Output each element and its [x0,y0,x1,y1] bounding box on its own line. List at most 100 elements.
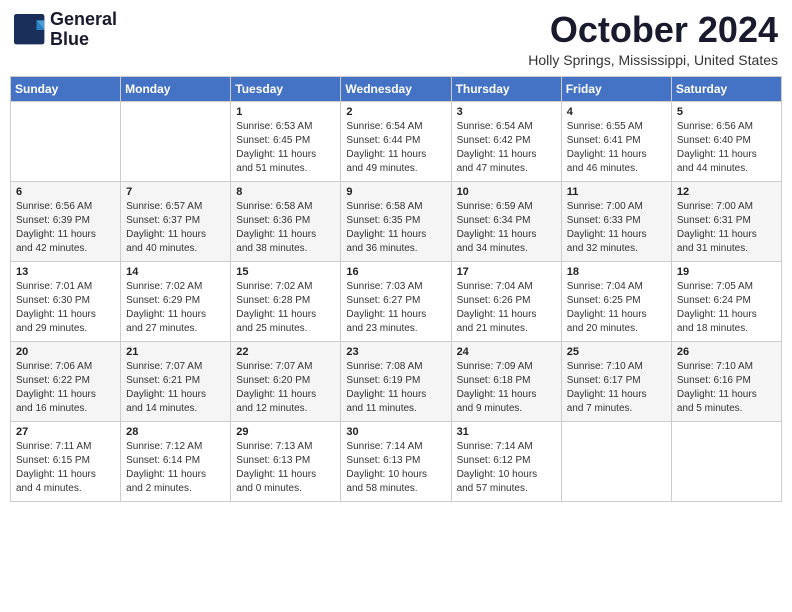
location: Holly Springs, Mississippi, United State… [528,52,778,68]
logo-text: General Blue [50,10,117,50]
day-number: 25 [567,346,666,358]
day-info: Sunrise: 7:04 AM Sunset: 6:26 PM Dayligh… [457,280,556,336]
calendar-cell: 17Sunrise: 7:04 AM Sunset: 6:26 PM Dayli… [451,261,561,341]
calendar-cell: 7 Sunrise: 6:57 AM Sunset: 6:37 PM Daylig… [121,181,231,261]
calendar-cell: 12 Sunrise: 7:00 AM Sunset: 6:31 PM Dayli… [671,181,781,261]
day-number: 5 [677,106,776,118]
day-number: 11 [567,186,666,198]
day-number: 9 [346,186,445,198]
day-info: Sunrise: 6:53 AM Sunset: 6:45 PM Dayligh… [236,120,335,176]
day-info: Sunrise: 6:58 AM Sunset: 6:35 PM Dayligh… [346,200,445,256]
day-info: Sunrise: 7:03 AM Sunset: 6:27 PM Dayligh… [346,280,445,336]
calendar-cell: 14 Sunrise: 7:02 AM Sunset: 6:29 PM Dayli… [121,261,231,341]
day-info: Sunrise: 7:02 AM Sunset: 6:28 PM Dayligh… [236,280,335,336]
day-number: 2 [346,106,445,118]
calendar-cell: 9 Sunrise: 6:58 AM Sunset: 6:35 PM Daylig… [341,181,451,261]
day-info: Sunrise: 7:09 AM Sunset: 6:18 PM Dayligh… [457,360,556,416]
day-info: Sunrise: 7:14 AM Sunset: 6:13 PM Dayligh… [346,440,445,496]
calendar-week-row: 27Sunrise: 7:11 AM Sunset: 6:15 PM Dayli… [11,421,782,501]
calendar-cell: 5 Sunrise: 6:56 AM Sunset: 6:40 PM Daylig… [671,101,781,181]
day-info: Sunrise: 7:10 AM Sunset: 6:16 PM Dayligh… [677,360,776,416]
calendar-cell: 8 Sunrise: 6:58 AM Sunset: 6:36 PM Daylig… [231,181,341,261]
calendar-cell: 27Sunrise: 7:11 AM Sunset: 6:15 PM Dayli… [11,421,121,501]
day-number: 19 [677,266,776,278]
day-info: Sunrise: 7:10 AM Sunset: 6:17 PM Dayligh… [567,360,666,416]
day-info: Sunrise: 6:56 AM Sunset: 6:40 PM Dayligh… [677,120,776,176]
day-info: Sunrise: 6:54 AM Sunset: 6:42 PM Dayligh… [457,120,556,176]
day-info: Sunrise: 7:12 AM Sunset: 6:14 PM Dayligh… [126,440,225,496]
weekday-header: Saturday [671,76,781,101]
day-info: Sunrise: 7:01 AM Sunset: 6:30 PM Dayligh… [16,280,115,336]
weekday-header: Monday [121,76,231,101]
day-info: Sunrise: 7:06 AM Sunset: 6:22 PM Dayligh… [16,360,115,416]
calendar-cell [121,101,231,181]
day-number: 3 [457,106,556,118]
day-number: 27 [16,426,115,438]
day-info: Sunrise: 7:05 AM Sunset: 6:24 PM Dayligh… [677,280,776,336]
day-number: 29 [236,426,335,438]
day-number: 31 [457,426,556,438]
day-info: Sunrise: 7:04 AM Sunset: 6:25 PM Dayligh… [567,280,666,336]
day-number: 7 [126,186,225,198]
day-number: 26 [677,346,776,358]
calendar-table: SundayMondayTuesdayWednesdayThursdayFrid… [10,76,782,502]
day-number: 24 [457,346,556,358]
calendar-cell: 16Sunrise: 7:03 AM Sunset: 6:27 PM Dayli… [341,261,451,341]
day-number: 6 [16,186,115,198]
weekday-header: Tuesday [231,76,341,101]
day-info: Sunrise: 7:13 AM Sunset: 6:13 PM Dayligh… [236,440,335,496]
calendar-week-row: 6 Sunrise: 6:56 AM Sunset: 6:39 PM Daylig… [11,181,782,261]
day-number: 18 [567,266,666,278]
day-info: Sunrise: 7:00 AM Sunset: 6:31 PM Dayligh… [677,200,776,256]
day-info: Sunrise: 7:00 AM Sunset: 6:33 PM Dayligh… [567,200,666,256]
calendar-cell: 20 Sunrise: 7:06 AM Sunset: 6:22 PM Dayli… [11,341,121,421]
weekday-header: Wednesday [341,76,451,101]
calendar-week-row: 13 Sunrise: 7:01 AM Sunset: 6:30 PM Dayli… [11,261,782,341]
day-number: 4 [567,106,666,118]
day-number: 30 [346,426,445,438]
calendar-cell: 6 Sunrise: 6:56 AM Sunset: 6:39 PM Daylig… [11,181,121,261]
logo-icon [14,14,46,46]
calendar-cell [671,421,781,501]
calendar-cell: 30 Sunrise: 7:14 AM Sunset: 6:13 PM Dayli… [341,421,451,501]
day-info: Sunrise: 6:58 AM Sunset: 6:36 PM Dayligh… [236,200,335,256]
calendar-cell: 21Sunrise: 7:07 AM Sunset: 6:21 PM Dayli… [121,341,231,421]
logo: General Blue [14,10,117,50]
calendar-cell: 29 Sunrise: 7:13 AM Sunset: 6:13 PM Dayli… [231,421,341,501]
day-number: 20 [16,346,115,358]
calendar-cell: 13 Sunrise: 7:01 AM Sunset: 6:30 PM Dayli… [11,261,121,341]
calendar-cell: 18 Sunrise: 7:04 AM Sunset: 6:25 PM Dayli… [561,261,671,341]
day-info: Sunrise: 6:59 AM Sunset: 6:34 PM Dayligh… [457,200,556,256]
calendar-cell: 1 Sunrise: 6:53 AM Sunset: 6:45 PM Daylig… [231,101,341,181]
calendar-cell: 19 Sunrise: 7:05 AM Sunset: 6:24 PM Dayli… [671,261,781,341]
calendar-cell: 4 Sunrise: 6:55 AM Sunset: 6:41 PM Daylig… [561,101,671,181]
day-number: 13 [16,266,115,278]
calendar-week-row: 20 Sunrise: 7:06 AM Sunset: 6:22 PM Dayli… [11,341,782,421]
calendar-header: SundayMondayTuesdayWednesdayThursdayFrid… [11,76,782,101]
day-number: 1 [236,106,335,118]
day-info: Sunrise: 7:07 AM Sunset: 6:20 PM Dayligh… [236,360,335,416]
day-info: Sunrise: 7:02 AM Sunset: 6:29 PM Dayligh… [126,280,225,336]
calendar-cell: 22 Sunrise: 7:07 AM Sunset: 6:20 PM Dayli… [231,341,341,421]
calendar-cell: 10 Sunrise: 6:59 AM Sunset: 6:34 PM Dayli… [451,181,561,261]
day-number: 10 [457,186,556,198]
day-info: Sunrise: 6:56 AM Sunset: 6:39 PM Dayligh… [16,200,115,256]
calendar-cell: 11 Sunrise: 7:00 AM Sunset: 6:33 PM Dayli… [561,181,671,261]
weekday-header: Friday [561,76,671,101]
day-number: 22 [236,346,335,358]
day-number: 8 [236,186,335,198]
day-info: Sunrise: 6:55 AM Sunset: 6:41 PM Dayligh… [567,120,666,176]
calendar-cell: 3 Sunrise: 6:54 AM Sunset: 6:42 PM Daylig… [451,101,561,181]
calendar-cell: 31 Sunrise: 7:14 AM Sunset: 6:12 PM Dayli… [451,421,561,501]
day-info: Sunrise: 7:08 AM Sunset: 6:19 PM Dayligh… [346,360,445,416]
calendar-cell: 25 Sunrise: 7:10 AM Sunset: 6:17 PM Dayli… [561,341,671,421]
calendar-cell: 15Sunrise: 7:02 AM Sunset: 6:28 PM Dayli… [231,261,341,341]
month-title: October 2024 [528,10,778,50]
day-info: Sunrise: 6:54 AM Sunset: 6:44 PM Dayligh… [346,120,445,176]
weekday-header: Thursday [451,76,561,101]
day-info: Sunrise: 6:57 AM Sunset: 6:37 PM Dayligh… [126,200,225,256]
calendar-cell: 23Sunrise: 7:08 AM Sunset: 6:19 PM Dayli… [341,341,451,421]
day-info: Sunrise: 7:14 AM Sunset: 6:12 PM Dayligh… [457,440,556,496]
day-number: 14 [126,266,225,278]
day-number: 12 [677,186,776,198]
